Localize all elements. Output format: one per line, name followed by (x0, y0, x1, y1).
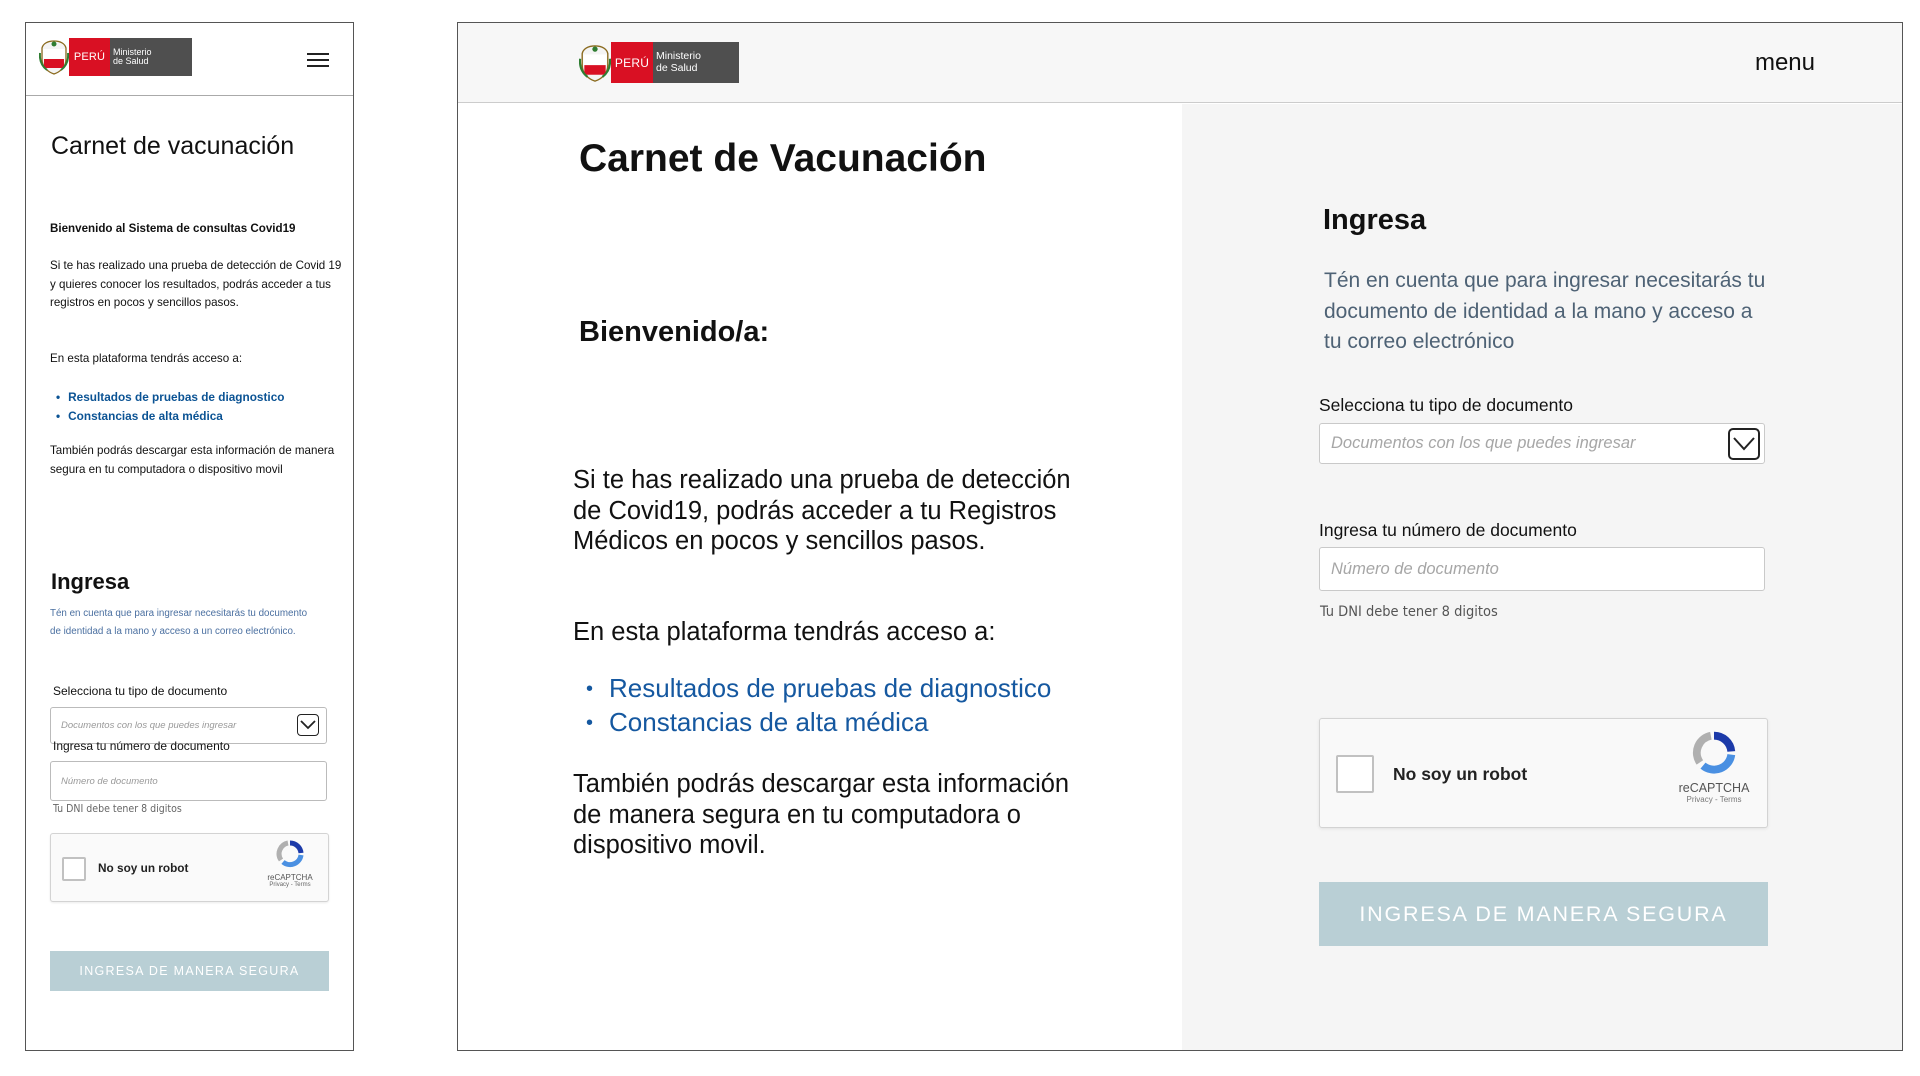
login-heading: Ingresa (51, 569, 130, 594)
doc-type-label: Selecciona tu tipo de documento (53, 684, 228, 698)
recaptcha-links[interactable]: Privacy - Terms (262, 882, 318, 888)
menu-button[interactable]: menu (1755, 49, 1815, 77)
captcha-label: No soy un robot (1393, 764, 1528, 784)
chevron-down-icon[interactable] (297, 714, 319, 736)
access-item-results[interactable]: Resultados de pruebas de diagnostico (56, 388, 284, 407)
minsa-logo[interactable]: PERÚ Ministerio de Salud (38, 38, 192, 76)
captcha-checkbox[interactable] (62, 857, 86, 881)
doc-type-label: Selecciona tu tipo de documento (1319, 395, 1573, 415)
doc-type-placeholder: Documentos con los que puedes ingresar (61, 720, 237, 731)
submit-button[interactable]: INGRESA DE MANERA SEGURA (50, 951, 329, 991)
recaptcha-brand: reCAPTCHA Privacy - Terms (1675, 731, 1753, 804)
minsa-logo[interactable]: PERÚ Ministerio de Salud (578, 42, 739, 83)
login-heading: Ingresa (1323, 204, 1427, 236)
desktop-header: PERÚ Ministerio de Salud menu (458, 23, 1902, 103)
coat-of-arms-icon (578, 43, 612, 83)
access-intro: En esta plataforma tendrás acceso a: (50, 352, 243, 365)
doc-number-input[interactable]: Número de documento (50, 761, 327, 801)
doc-type-placeholder: Documentos con los que puedes ingresar (1331, 434, 1636, 452)
captcha-checkbox[interactable] (1336, 755, 1374, 793)
recaptcha-widget: No soy un robot reCAPTCHA Privacy - Term… (1319, 718, 1768, 828)
download-text: También podrás descargar esta informació… (573, 770, 1070, 859)
doc-number-placeholder: Número de documento (1331, 560, 1499, 578)
ministry-line-2: de Salud (656, 61, 698, 74)
hamburger-icon[interactable] (307, 53, 329, 69)
recaptcha-text: reCAPTCHA (1678, 781, 1750, 795)
recaptcha-brand: reCAPTCHA Privacy - Terms (262, 840, 318, 888)
access-intro: En esta plataforma tendrás acceso a: (573, 618, 996, 646)
access-item-results[interactable]: Resultados de pruebas de diagnostico (586, 673, 1051, 707)
access-item-discharge[interactable]: Constancias de alta médica (586, 707, 1051, 741)
intro-text: Si te has realizado una prueba de detecc… (50, 259, 342, 309)
recaptcha-icon (1690, 731, 1738, 779)
access-list: Resultados de pruebas de diagnostico Con… (586, 673, 1051, 740)
doc-number-placeholder: Número de documento (61, 776, 158, 787)
welcome-text: Bienvenido al Sistema de consultas Covid… (50, 222, 296, 235)
desktop-frame: PERÚ Ministerio de Salud menu Carnet de … (457, 22, 1903, 1051)
doc-number-label: Ingresa tu número de documento (53, 739, 230, 753)
mobile-frame: PERÚ Ministerio de Salud Carnet de vacun… (25, 22, 354, 1051)
recaptcha-icon (275, 840, 305, 872)
dni-note: Tu DNI debe tener 8 digitos (53, 803, 182, 815)
info-panel (458, 104, 1182, 1050)
page-title: Carnet de Vacunación (579, 137, 987, 180)
ministry-line-1: Ministerio (656, 50, 701, 63)
page-title: Carnet de vacunación (51, 132, 295, 160)
recaptcha-text: reCAPTCHA (267, 873, 313, 882)
mobile-header: PERÚ Ministerio de Salud (26, 23, 353, 96)
coat-of-arms-icon (38, 39, 70, 75)
ministry-label: Ministerio de Salud (653, 42, 739, 83)
ministry-line-2: de Salud (113, 56, 149, 66)
welcome-text: Bienvenido/a: (579, 316, 770, 348)
access-item-discharge[interactable]: Constancias de alta médica (56, 407, 284, 426)
login-hint: Tén en cuenta que para ingresar necesita… (1324, 269, 1766, 353)
recaptcha-widget: No soy un robot reCAPTCHA Privacy - Term… (50, 833, 329, 902)
doc-type-select[interactable]: Documentos con los que puedes ingresar (1319, 423, 1765, 464)
recaptcha-links[interactable]: Privacy - Terms (1675, 795, 1753, 804)
chevron-down-icon[interactable] (1728, 428, 1760, 460)
ministry-label: Ministerio de Salud (110, 38, 192, 76)
peru-label: PERÚ (611, 42, 653, 83)
dni-note: Tu DNI debe tener 8 digitos (1320, 604, 1498, 620)
download-text: También podrás descargar esta informació… (50, 444, 335, 476)
captcha-label: No soy un robot (98, 861, 189, 875)
peru-label: PERÚ (69, 38, 110, 76)
doc-number-label: Ingresa tu número de documento (1319, 520, 1577, 540)
login-hint: Tén en cuenta que para ingresar necesita… (50, 608, 308, 637)
access-list: Resultados de pruebas de diagnostico Con… (56, 388, 284, 425)
doc-number-input[interactable]: Número de documento (1319, 547, 1765, 591)
submit-button[interactable]: INGRESA DE MANERA SEGURA (1319, 882, 1768, 946)
intro-text: Si te has realizado una prueba de detecc… (573, 466, 1071, 555)
